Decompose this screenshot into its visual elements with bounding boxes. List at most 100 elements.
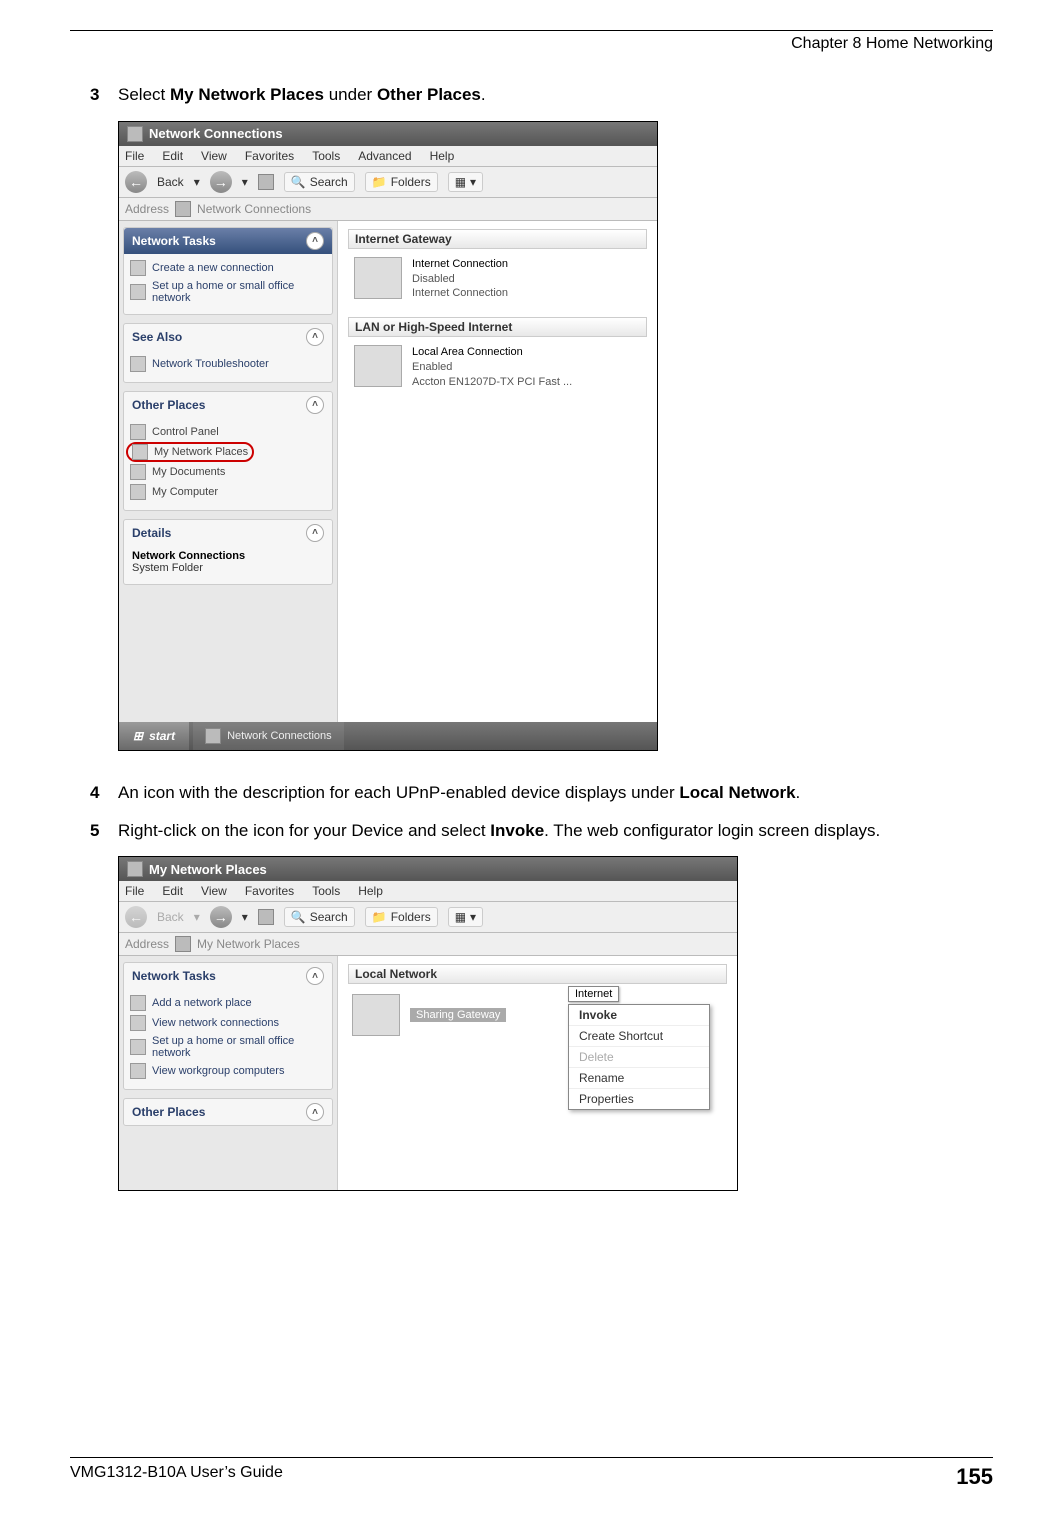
menu-file[interactable]: File [125,884,144,898]
link-my-computer-label: My Computer [152,486,218,498]
menu-help[interactable]: Help [358,884,383,898]
panel-network-tasks-2-header[interactable]: Network Tasks˄ [124,963,332,989]
network-places-icon [132,444,148,460]
device-internet-connection-text: Internet Connection Disabled Internet Co… [412,257,508,302]
start-label: start [149,729,175,743]
collapse-icon[interactable]: ˄ [306,328,324,346]
ctx-rename[interactable]: Rename [569,1068,709,1089]
device-ic-name: Internet Connection [412,257,508,272]
menu-favorites[interactable]: Favorites [245,884,294,898]
task-setup-network[interactable]: Set up a home or small office network [130,278,326,306]
forward-dropdown-icon[interactable]: ▾ [242,910,248,924]
menu-help[interactable]: Help [430,149,455,163]
task-setup-network-label: Set up a home or small office network [152,280,326,304]
panel-other-places-header[interactable]: Other Places˄ [124,392,332,418]
menu-file[interactable]: File [125,149,144,163]
ctx-invoke[interactable]: Invoke [569,1005,709,1026]
menu-advanced[interactable]: Advanced [358,149,411,163]
link-my-documents[interactable]: My Documents [130,462,326,482]
menu-tools[interactable]: Tools [312,149,340,163]
task-add-network-place[interactable]: Add a network place [130,993,326,1013]
forward-icon[interactable]: → [210,171,232,193]
folders-button[interactable]: 📁Folders [365,907,438,927]
menu-tools[interactable]: Tools [312,884,340,898]
step-4-text: An icon with the description for each UP… [118,781,993,805]
step-3-mid: under [324,85,377,104]
link-control-panel[interactable]: Control Panel [130,422,326,442]
collapse-icon[interactable]: ˄ [306,1103,324,1121]
toolbar: ← Back ▾ → ▾ 🔍Search 📁Folders ▦▾ [119,167,657,198]
panel-details-header[interactable]: Details ˄ [124,520,332,546]
folders-button[interactable]: 📁Folders [365,172,438,192]
task-create-connection[interactable]: Create a new connection [130,258,326,278]
address-value[interactable]: Network Connections [197,202,311,216]
menu-edit[interactable]: Edit [162,149,183,163]
task-setup-network-2[interactable]: Set up a home or small office network [130,1033,326,1061]
collapse-icon[interactable]: ˄ [306,396,324,414]
context-menu: Invoke Create Shortcut Delete Rename Pro… [568,1004,710,1110]
ctx-properties[interactable]: Properties [569,1089,709,1109]
up-icon[interactable] [258,174,274,190]
folders-icon: 📁 [372,910,387,924]
task-view-connections[interactable]: View network connections [130,1013,326,1033]
connections-icon [130,1015,146,1031]
search-button[interactable]: 🔍Search [284,172,355,192]
window-titlebar-2: My Network Places [119,857,737,881]
device-ic-status: Disabled [412,272,508,287]
search-label: Search [310,910,348,924]
forward-icon[interactable]: → [210,906,232,928]
side-pane-2: Network Tasks˄ Add a network place View … [119,956,338,1190]
menu-view[interactable]: View [201,149,227,163]
step-5-pre: Right-click on the icon for your Device … [118,821,490,840]
screenshot-my-network-places: My Network Places File Edit View Favorit… [118,856,738,1191]
back-dropdown-icon[interactable]: ▾ [194,175,200,189]
menu-view[interactable]: View [201,884,227,898]
back-button[interactable]: Back [157,175,184,189]
device-internet-connection[interactable]: Internet Connection Disabled Internet Co… [354,257,647,302]
panel-see-also-header[interactable]: See Also˄ [124,324,332,350]
header-rule [70,30,993,31]
search-icon: 🔍 [291,910,306,924]
task-view-workgroup[interactable]: View workgroup computers [130,1061,326,1081]
panel-other-places-2-header[interactable]: Other Places˄ [124,1099,332,1125]
menu-favorites[interactable]: Favorites [245,149,294,163]
panel-details-title: Details [132,526,171,540]
views-button[interactable]: ▦▾ [448,172,483,192]
task-add-network-place-label: Add a network place [152,997,252,1009]
add-place-icon [130,995,146,1011]
ctx-create-shortcut[interactable]: Create Shortcut [569,1026,709,1047]
side-pane: Network Tasks˄ Create a new connection S… [119,221,338,722]
link-my-documents-label: My Documents [152,466,225,478]
device-lan-connection-text: Local Area Connection Enabled Accton EN1… [412,345,572,390]
menu-edit[interactable]: Edit [162,884,183,898]
forward-dropdown-icon[interactable]: ▾ [242,175,248,189]
folders-label: Folders [391,175,431,189]
search-button[interactable]: 🔍 Search [284,907,355,927]
back-button-disabled: Back [157,910,184,924]
up-icon[interactable] [258,909,274,925]
collapse-icon[interactable]: ˄ [306,524,324,542]
back-icon[interactable]: ← [125,171,147,193]
device-lan-connection[interactable]: Local Area Connection Enabled Accton EN1… [354,345,647,390]
task-view-connections-label: View network connections [152,1017,279,1029]
details-name: Network Connections [132,550,324,562]
panel-see-also: See Also˄ Network Troubleshooter [123,323,333,383]
section-internet-gateway: Internet Gateway [348,229,647,249]
panel-network-tasks-header[interactable]: Network Tasks˄ [124,228,332,254]
collapse-icon[interactable]: ˄ [306,232,324,250]
taskbar-item-network-connections[interactable]: Network Connections [193,722,344,750]
link-my-computer[interactable]: My Computer [130,482,326,502]
step-3-post: . [481,85,486,104]
step-5: 5 Right-click on the icon for your Devic… [90,819,993,843]
start-button[interactable]: ⊞start [119,722,189,750]
collapse-icon[interactable]: ˄ [306,967,324,985]
app-icon [127,861,143,877]
link-network-troubleshooter[interactable]: Network Troubleshooter [130,354,326,374]
link-my-network-places[interactable]: My Network Places [130,442,326,462]
address-label: Address [125,202,169,216]
task-create-connection-label: Create a new connection [152,262,274,274]
views-button[interactable]: ▦▾ [448,907,483,927]
panel-network-tasks-2: Network Tasks˄ Add a network place View … [123,962,333,1090]
search-label: Search [310,175,348,189]
address-value-2[interactable]: My Network Places [197,937,300,951]
